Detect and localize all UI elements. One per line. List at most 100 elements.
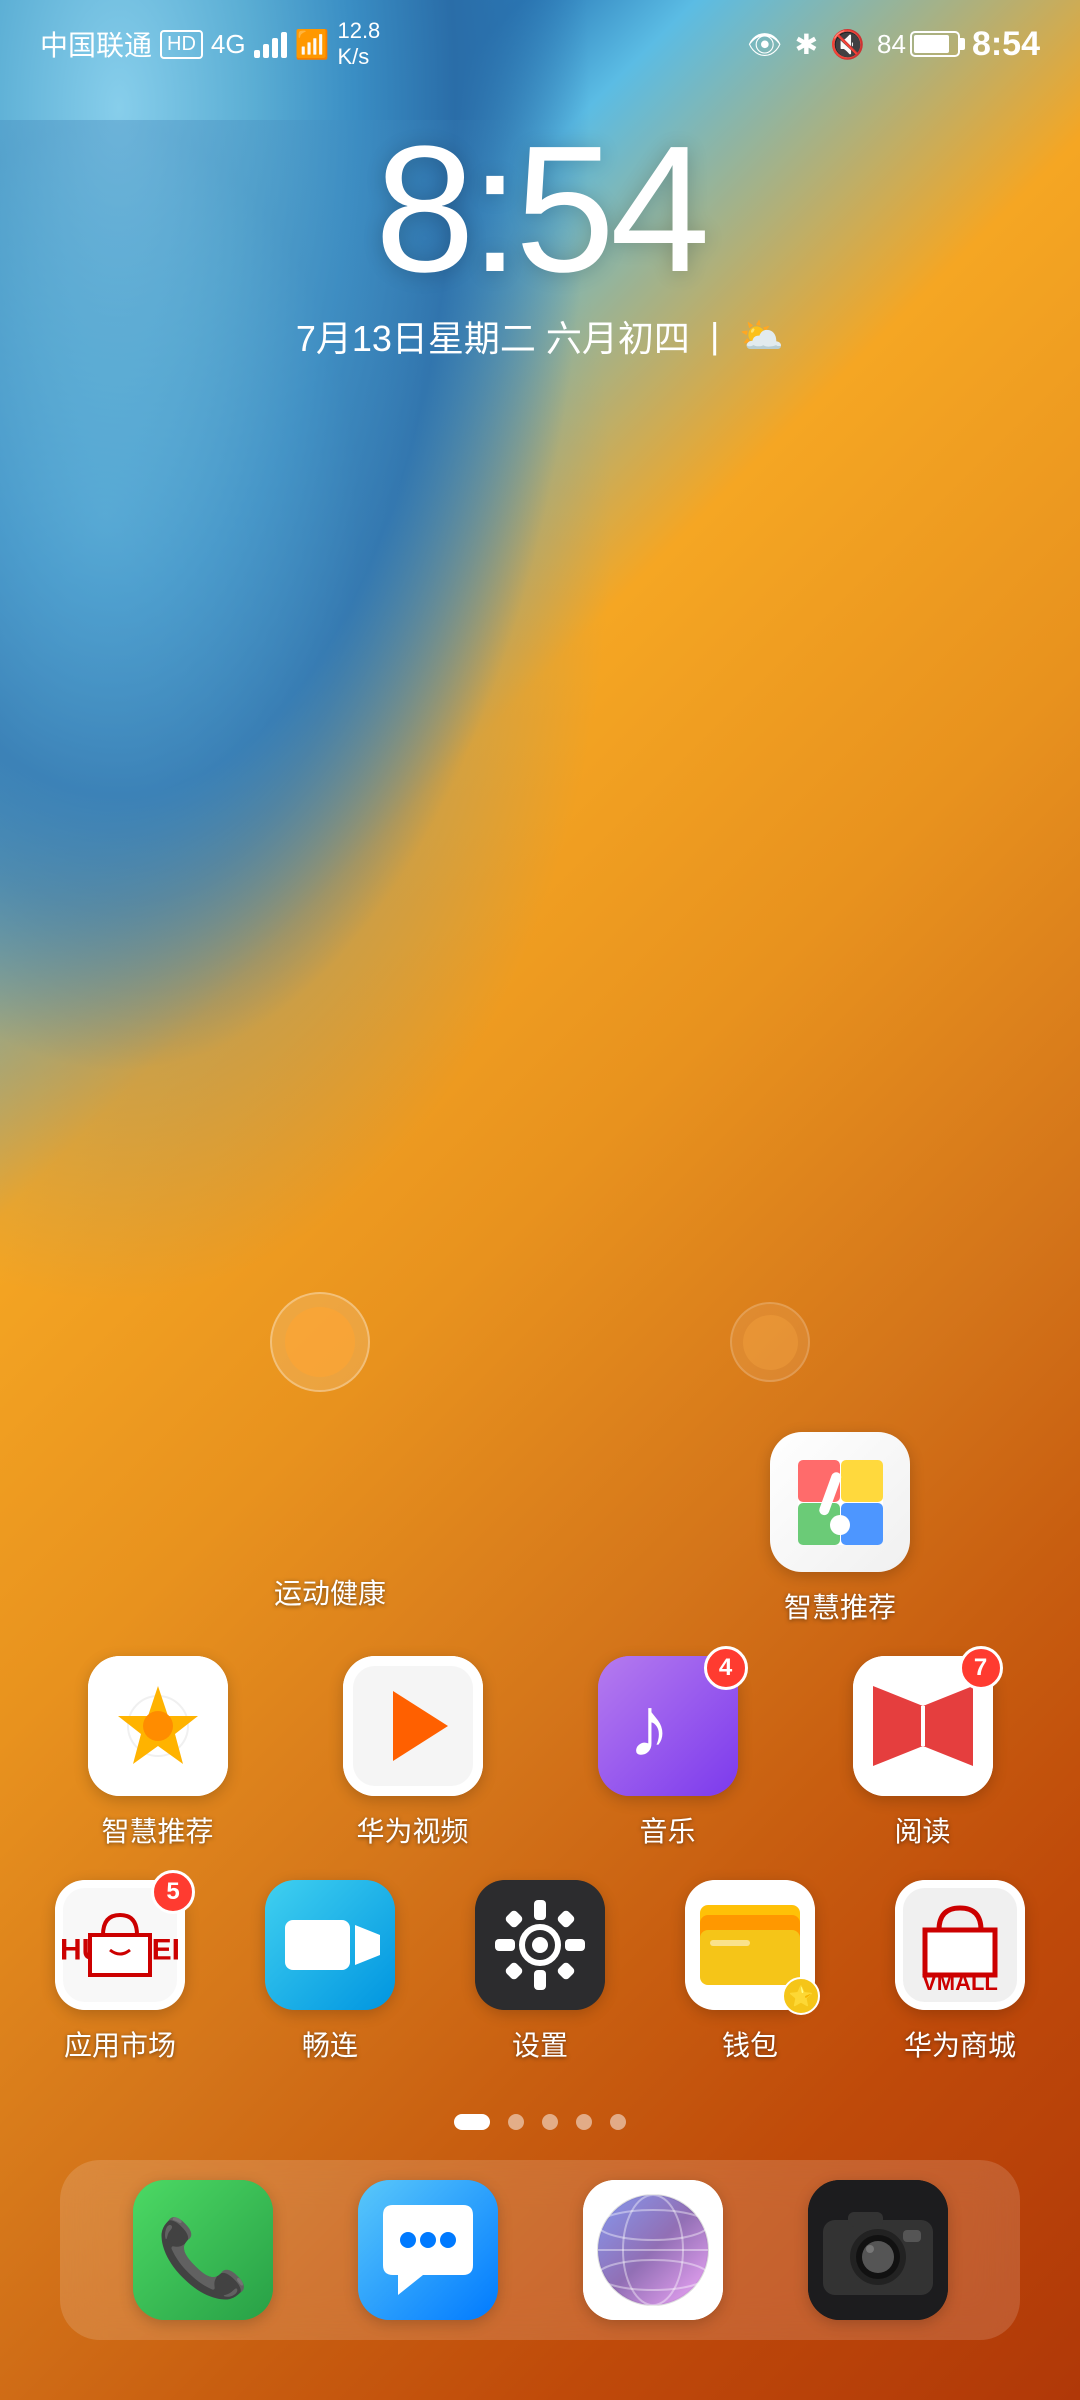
changline-icon-wrapper xyxy=(265,1880,395,2010)
dock-phone[interactable]: 📞 xyxy=(133,2180,273,2320)
changline-app-icon[interactable] xyxy=(265,1880,395,2010)
video-app-icon[interactable] xyxy=(343,1656,483,1796)
settings-app-icon[interactable] xyxy=(475,1880,605,2010)
settings-label: 设置 xyxy=(512,2024,568,2064)
zhihui-label: 智慧推荐 xyxy=(101,1810,213,1850)
widget-inner-2 xyxy=(743,1315,798,1370)
signal-bar-2 xyxy=(263,44,269,58)
read-badge: 7 xyxy=(959,1646,1003,1690)
read-label: 阅读 xyxy=(894,1810,950,1850)
app-item-appstore[interactable]: 5 HUAWEI 应用市场 xyxy=(40,1880,200,2064)
page-dot-5[interactable] xyxy=(610,2114,626,2130)
app-item-changline[interactable]: 畅连 xyxy=(250,1880,410,2064)
network-badge: 4G xyxy=(211,29,246,60)
music-badge: 4 xyxy=(704,1646,748,1690)
vmall-svg: VMALL xyxy=(895,1880,1025,2010)
music-icon-wrapper: 4 ♪ xyxy=(598,1656,738,1796)
page-dot-4[interactable] xyxy=(576,2114,592,2130)
settings-svg xyxy=(475,1880,605,2010)
app-item-video[interactable]: 华为视频 xyxy=(323,1656,503,1850)
zhihui-icon-wrapper xyxy=(88,1656,228,1796)
widget-row xyxy=(30,1272,1050,1412)
video-label: 华为视频 xyxy=(356,1810,468,1850)
app-item-vmall[interactable]: VMALL 华为商城 xyxy=(880,1880,1040,2064)
zhihui-svg xyxy=(88,1656,228,1796)
mute-icon: 🔇 xyxy=(830,28,865,61)
hd-badge: HD xyxy=(160,30,203,59)
wallet-label: 钱包 xyxy=(722,2024,778,2064)
page-dots xyxy=(30,2094,1050,2160)
clock-area: 8:54 7月13日星期二 六月初四 | ⛅ xyxy=(0,80,1080,382)
battery-fill xyxy=(914,35,949,53)
weather-icon: ⛅ xyxy=(739,315,784,357)
app-item-read[interactable]: 7 阅读 xyxy=(833,1656,1013,1850)
vmall-icon-wrapper: VMALL xyxy=(895,1880,1025,2010)
page-dot-1[interactable] xyxy=(454,2114,490,2130)
theme-label: 智慧推荐 xyxy=(784,1586,896,1626)
app-item-music[interactable]: 4 ♪ xyxy=(578,1656,758,1850)
widget-circle-2[interactable] xyxy=(730,1302,810,1382)
app-row-sport-theme: 运动健康 xyxy=(30,1432,1050,1626)
status-time: 8:54 xyxy=(972,25,1040,64)
signal-bars xyxy=(254,30,287,58)
separator: | xyxy=(710,315,719,357)
camera-svg xyxy=(808,2180,948,2320)
battery-percent: 84 xyxy=(877,29,906,60)
signal-bar-3 xyxy=(272,38,278,58)
clock-time: 8:54 xyxy=(0,120,1080,300)
status-right: 👁 ✱ 🔇 84 8:54 xyxy=(747,25,1040,64)
widget-circle-1[interactable] xyxy=(270,1292,370,1392)
apps-area: 运动健康 xyxy=(0,382,1080,2400)
wallet-icon-wrapper: ⭐ xyxy=(685,1880,815,2010)
dock-browser[interactable] xyxy=(583,2180,723,2320)
phone-svg: 📞 xyxy=(133,2180,273,2320)
app-item-theme[interactable]: 智慧推荐 xyxy=(750,1432,930,1626)
wifi-icon: 📶 xyxy=(295,28,330,61)
date-text: 7月13日星期二 六月初四 xyxy=(296,310,690,362)
battery-indicator: 84 xyxy=(877,29,960,60)
dock-messages[interactable] xyxy=(358,2180,498,2320)
sport-health-label: 运动健康 xyxy=(274,1572,386,1612)
bluetooth-icon: ✱ xyxy=(795,28,818,61)
video-icon-wrapper xyxy=(343,1656,483,1796)
status-left: 中国联通 HD 4G 📶 12.8K/s xyxy=(40,18,380,70)
widget-inner-1 xyxy=(285,1307,355,1377)
appstore-label: 应用市场 xyxy=(64,2024,176,2064)
wallet-badge: ⭐ xyxy=(782,1977,820,2015)
messages-svg xyxy=(358,2180,498,2320)
clock-date: 7月13日星期二 六月初四 | ⛅ xyxy=(0,310,1080,362)
app-item-sport-health: 运动健康 xyxy=(150,1432,510,1612)
app-row-2: 5 HUAWEI 应用市场 xyxy=(30,1880,1050,2064)
status-bar: 中国联通 HD 4G 📶 12.8K/s 👁 ✱ 🔇 84 xyxy=(0,0,1080,80)
appstore-badge: 5 xyxy=(151,1870,195,1914)
vmall-app-icon[interactable]: VMALL xyxy=(895,1880,1025,2010)
vmall-label: 华为商城 xyxy=(904,2024,1016,2064)
zhihui-app-icon[interactable] xyxy=(88,1656,228,1796)
signal-bar-1 xyxy=(254,50,260,58)
svg-text:📞: 📞 xyxy=(156,2211,250,2301)
battery-body xyxy=(910,31,960,57)
page-dot-3[interactable] xyxy=(542,2114,558,2130)
eye-icon: 👁 xyxy=(747,28,783,61)
svg-text:♪: ♪ xyxy=(628,1680,671,1775)
music-label: 音乐 xyxy=(639,1810,695,1850)
theme-svg xyxy=(798,1460,883,1545)
app-item-wallet[interactable]: ⭐ 钱包 xyxy=(670,1880,830,2064)
changline-svg xyxy=(265,1880,395,2010)
page-dot-2[interactable] xyxy=(508,2114,524,2130)
browser-svg xyxy=(583,2180,723,2320)
theme-app-icon[interactable] xyxy=(770,1432,910,1572)
read-icon-wrapper: 7 xyxy=(853,1656,993,1796)
app-item-settings[interactable]: 设置 xyxy=(460,1880,620,2064)
signal-bar-4 xyxy=(281,32,287,58)
svg-text:VMALL: VMALL xyxy=(922,1970,998,1995)
appstore-icon-wrapper: 5 HUAWEI xyxy=(55,1880,185,2010)
changline-label: 畅连 xyxy=(302,2024,358,2064)
app-item-zhihui[interactable]: 智慧推荐 xyxy=(68,1656,248,1850)
dock-camera[interactable] xyxy=(808,2180,948,2320)
app-row-1: 智慧推荐 华为视频 xyxy=(30,1656,1050,1850)
settings-icon-wrapper xyxy=(475,1880,605,2010)
theme-icon-wrapper xyxy=(770,1432,910,1572)
carrier-label: 中国联通 xyxy=(40,24,152,64)
speed-label: 12.8K/s xyxy=(337,18,380,70)
